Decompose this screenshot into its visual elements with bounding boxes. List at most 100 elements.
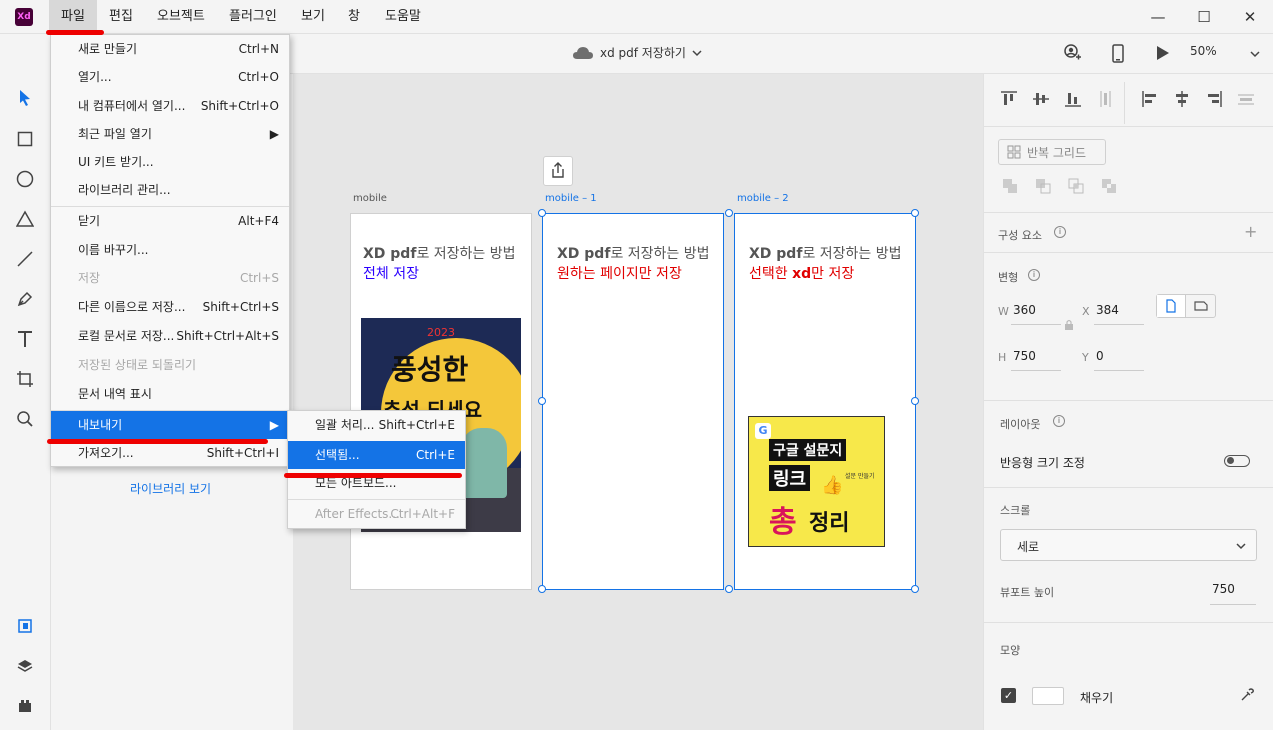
y-field[interactable]: 0 <box>1096 349 1104 363</box>
info-icon[interactable]: i <box>1053 415 1065 427</box>
menu-item-shortcut: Shift+Ctrl+Alt+S <box>176 322 279 350</box>
subtract-icon[interactable] <box>1035 178 1051 194</box>
export-item-after-effects[interactable]: After Effects...Ctrl+Alt+F <box>288 500 465 528</box>
zoom-chevron-down-icon[interactable] <box>1250 47 1260 61</box>
selection-handle[interactable] <box>538 397 546 405</box>
selection-handle[interactable] <box>725 585 733 593</box>
landscape-icon[interactable] <box>1186 295 1215 317</box>
menu-item-close[interactable]: 닫기Alt+F4 <box>51 207 289 235</box>
menu-item-save-local[interactable]: 로컬 문서로 저장...Shift+Ctrl+Alt+S <box>51 322 289 350</box>
menu-item-open-from-computer[interactable]: 내 컴퓨터에서 열기...Shift+Ctrl+O <box>51 92 289 120</box>
zoom-tool-icon[interactable] <box>13 407 37 431</box>
responsive-resize-toggle[interactable] <box>1224 455 1250 467</box>
poster2-line3a: 총 <box>769 497 797 541</box>
document-title[interactable]: xd pdf 저장하기 <box>572 44 702 61</box>
menu-help[interactable]: 도움말 <box>373 0 433 34</box>
distribute-horizontal-icon[interactable] <box>1237 90 1255 108</box>
fill-color-swatch[interactable] <box>1032 687 1064 705</box>
menu-item-label: 로컬 문서로 저장... <box>78 322 174 350</box>
export-item-batch[interactable]: 일괄 처리...Shift+Ctrl+E <box>288 411 465 439</box>
minimize-button[interactable]: — <box>1135 0 1181 34</box>
distribute-vertical-icon[interactable] <box>1096 90 1114 108</box>
menu-view[interactable]: 보기 <box>289 0 337 34</box>
poster2-line3b: 정리 <box>809 505 849 537</box>
play-icon[interactable] <box>1156 45 1170 64</box>
intersect-icon[interactable] <box>1068 178 1084 194</box>
align-left-icon[interactable] <box>1141 90 1159 108</box>
add-icon[interactable] <box>1002 178 1018 194</box>
selection-handle[interactable] <box>911 397 919 405</box>
heading-bold: XD pdf <box>557 246 610 262</box>
portrait-icon[interactable] <box>1157 295 1186 317</box>
menu-item-export[interactable]: 내보내기▶ <box>51 411 289 439</box>
viewport-height-field[interactable]: 750 <box>1212 582 1235 596</box>
libraries-panel-icon[interactable] <box>13 614 37 638</box>
export-item-selected[interactable]: 선택됨...Ctrl+E <box>288 441 465 469</box>
menu-plugins[interactable]: 플러그인 <box>217 0 289 34</box>
align-top-icon[interactable] <box>1000 90 1018 108</box>
fill-checkbox[interactable]: ✓ <box>1001 688 1016 703</box>
exclude-icon[interactable] <box>1101 178 1117 194</box>
menu-window[interactable]: 창 <box>336 0 372 34</box>
align-center-icon[interactable] <box>1173 90 1191 108</box>
artboard-mobile-1[interactable]: XD pdf로 저장하는 방법 원하는 페이지만 저장 <box>542 213 724 590</box>
info-icon[interactable]: i <box>1028 269 1040 281</box>
share-user-icon[interactable] <box>1063 44 1081 65</box>
artboard-mobile[interactable]: XD pdf로 저장하는 방법 전체 저장 2023 풍성한 추석 되세요 <box>350 213 532 590</box>
layers-panel-icon[interactable] <box>13 654 37 678</box>
align-right-icon[interactable] <box>1205 90 1223 108</box>
title-chevron-down-icon[interactable] <box>692 49 702 57</box>
zoom-value[interactable]: 50% <box>1190 44 1217 58</box>
menu-item-open-recent[interactable]: 최근 파일 열기▶ <box>51 120 289 148</box>
artboard-label[interactable]: mobile – 1 <box>545 193 597 204</box>
select-tool-icon[interactable] <box>13 86 37 110</box>
menu-item-new[interactable]: 새로 만들기Ctrl+N <box>51 35 289 63</box>
artboard-label[interactable]: mobile <box>353 193 387 204</box>
menu-item-document-history[interactable]: 문서 내역 표시 <box>51 380 289 408</box>
menu-item-save[interactable]: 저장Ctrl+S <box>51 264 289 292</box>
title-bar: Xd 파일 편집 오브젝트 플러그인 보기 창 도움말 — ☐ ✕ <box>0 0 1273 34</box>
orientation-toggle[interactable] <box>1156 294 1216 318</box>
artboard-label[interactable]: mobile – 2 <box>737 193 789 204</box>
menu-edit[interactable]: 편집 <box>97 0 145 34</box>
menu-item-manage-libraries[interactable]: 라이브러리 관리... <box>51 176 289 204</box>
polygon-tool-icon[interactable] <box>13 207 37 231</box>
info-icon[interactable]: i <box>1054 226 1066 238</box>
eyedropper-icon[interactable] <box>1240 688 1254 705</box>
add-component-icon[interactable]: + <box>1244 222 1257 241</box>
menu-item-open[interactable]: 열기...Ctrl+O <box>51 63 289 91</box>
view-library-link[interactable]: 라이브러리 보기 <box>130 480 211 497</box>
line-tool-icon[interactable] <box>13 247 37 271</box>
align-middle-icon[interactable] <box>1032 90 1050 108</box>
canvas[interactable]: mobile XD pdf로 저장하는 방법 전체 저장 2023 풍성한 추석… <box>293 74 983 730</box>
menu-item-rename[interactable]: 이름 바꾸기... <box>51 236 289 264</box>
height-field[interactable]: 750 <box>1013 349 1036 363</box>
lock-aspect-icon[interactable] <box>1064 319 1074 334</box>
rectangle-tool-icon[interactable] <box>13 127 37 151</box>
menu-file[interactable]: 파일 <box>49 0 97 34</box>
menu-object[interactable]: 오브젝트 <box>145 0 217 34</box>
artboard-tool-icon[interactable] <box>13 367 37 391</box>
menu-item-save-as[interactable]: 다른 이름으로 저장...Shift+Ctrl+S <box>51 293 289 321</box>
selection-handle[interactable] <box>911 585 919 593</box>
pen-tool-icon[interactable] <box>13 287 37 311</box>
selection-handle[interactable] <box>538 209 546 217</box>
export-share-icon[interactable] <box>543 156 573 186</box>
width-field[interactable]: 360 <box>1013 303 1036 317</box>
text-tool-icon[interactable] <box>13 327 37 351</box>
close-button[interactable]: ✕ <box>1227 0 1273 34</box>
artboard-mobile-2[interactable]: XD pdf로 저장하는 방법 선택한 xd만 저장 G 구글 설문지 링크 설… <box>734 213 916 590</box>
scroll-select[interactable]: 세로 <box>1000 529 1257 561</box>
x-field[interactable]: 384 <box>1096 303 1119 317</box>
selection-handle[interactable] <box>538 585 546 593</box>
selection-handle[interactable] <box>725 209 733 217</box>
selection-handle[interactable] <box>911 209 919 217</box>
maximize-button[interactable]: ☐ <box>1181 0 1227 34</box>
device-preview-icon[interactable] <box>1111 44 1125 67</box>
menu-item-get-ui-kits[interactable]: UI 키트 받기... <box>51 148 289 176</box>
plugins-panel-icon[interactable] <box>13 694 37 718</box>
menu-item-revert[interactable]: 저장된 상태로 되돌리기 <box>51 351 289 379</box>
align-bottom-icon[interactable] <box>1064 90 1082 108</box>
repeat-grid-button[interactable]: 반복 그리드 <box>998 139 1106 165</box>
ellipse-tool-icon[interactable] <box>13 167 37 191</box>
